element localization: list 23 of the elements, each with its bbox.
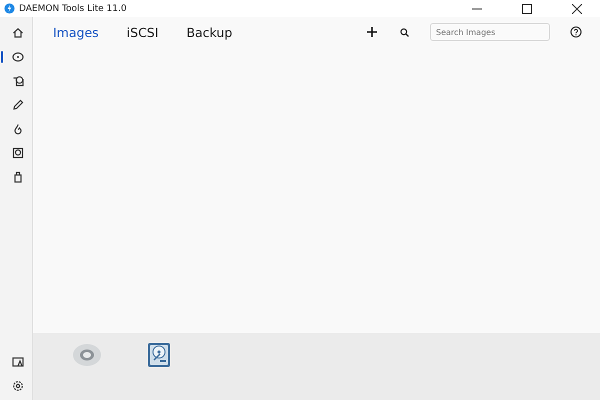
settings-icon: [12, 380, 24, 392]
optical-disc-icon: [72, 343, 102, 367]
drive-button[interactable]: [71, 342, 103, 368]
usb-drive-icon: [12, 171, 24, 183]
flame-icon: [12, 123, 24, 135]
hard-drive-icon: [147, 342, 171, 368]
license-icon: [12, 356, 24, 368]
tab[interactable]: iSCSI: [118, 22, 166, 42]
pencil-icon: [12, 99, 24, 111]
search-icon: [400, 28, 408, 36]
disc-icon: [12, 51, 24, 63]
tab[interactable]: Backup: [178, 22, 240, 42]
disk-image-icon: [12, 147, 24, 159]
home-icon: [12, 27, 24, 39]
tab[interactable]: Images: [45, 22, 107, 42]
disc-image-icon: [12, 75, 24, 87]
app-logo-icon: [4, 3, 15, 14]
maximize-icon: [522, 4, 532, 14]
close-icon: [572, 4, 582, 14]
plus-icon: [367, 27, 377, 37]
help-icon: [570, 26, 582, 38]
window-title: DAEMON Tools Lite 11.0: [19, 4, 128, 14]
search-field[interactable]: Search Images: [430, 23, 550, 41]
